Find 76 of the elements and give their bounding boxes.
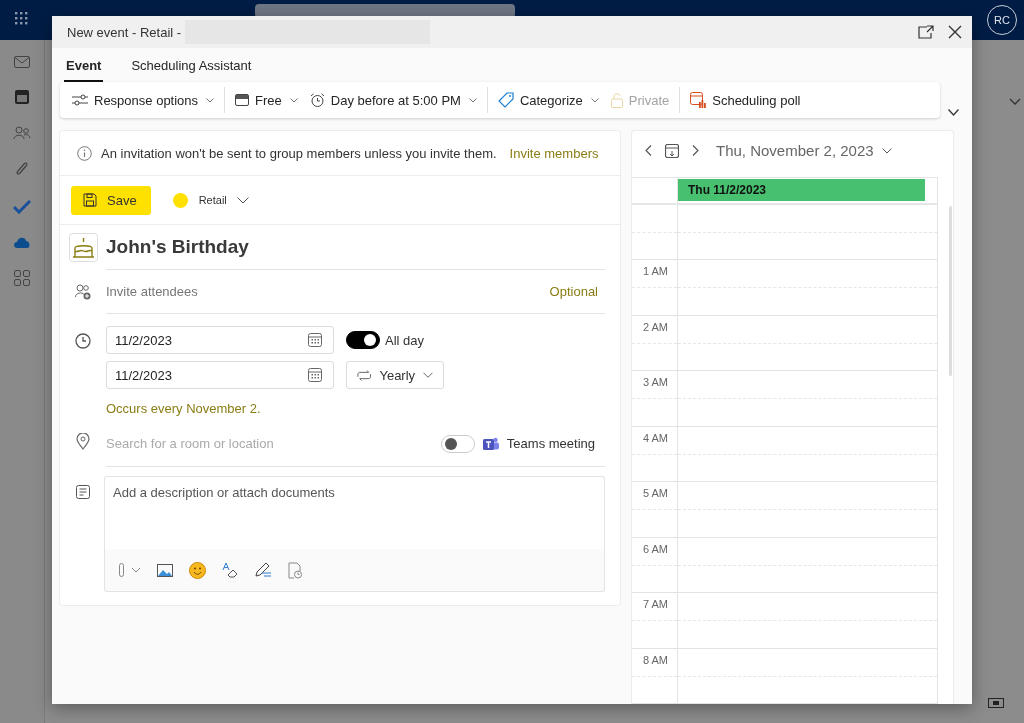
calendar-icon[interactable] xyxy=(308,368,322,382)
chevron-down-icon xyxy=(590,97,599,103)
checkmark-icon[interactable] xyxy=(13,200,31,214)
notice-text: An invitation won't be sent to group members unless you invite them. xyxy=(101,145,497,161)
calendar-icon[interactable] xyxy=(15,90,29,104)
toolbar-button[interactable]: Free xyxy=(229,88,304,112)
image-icon[interactable] xyxy=(157,563,173,577)
teams-meeting-label: Teams meeting xyxy=(506,436,595,451)
invite-members-link[interactable]: Invite members xyxy=(509,145,599,161)
hour-label: 4 AM xyxy=(642,431,668,444)
optional-attendees-link[interactable]: Optional xyxy=(549,284,598,299)
pen-signature-icon[interactable] xyxy=(254,562,272,578)
sliders-icon xyxy=(72,94,88,106)
calendar-icon[interactable] xyxy=(308,333,322,347)
panel-icon[interactable] xyxy=(988,698,1004,708)
hour-label: 2 AM xyxy=(642,320,668,333)
info-icon xyxy=(77,145,92,161)
chevron-down-icon xyxy=(206,97,215,103)
calendar-today-icon[interactable] xyxy=(665,143,679,158)
chevron-right-icon[interactable] xyxy=(692,145,699,157)
calendar-selector[interactable]: Retail xyxy=(172,192,249,208)
location-field[interactable]: Search for a room or location xyxy=(106,436,433,451)
app-launcher-icon[interactable] xyxy=(15,12,29,26)
tag-icon xyxy=(497,92,514,108)
chevron-down-icon xyxy=(468,97,477,103)
notes-icon xyxy=(76,485,90,499)
hour-label: 8 AM xyxy=(642,653,668,666)
toolbar-button[interactable]: Categorize xyxy=(491,88,605,112)
people-icon[interactable] xyxy=(13,126,31,140)
chevron-down-icon xyxy=(881,147,892,154)
hour-label: 6 AM xyxy=(642,542,668,555)
pop-out-icon[interactable] xyxy=(918,25,934,39)
clock-icon xyxy=(75,333,91,349)
document-clock-icon[interactable] xyxy=(288,561,302,579)
hour-label: 5 AM xyxy=(642,487,668,499)
repeat-icon xyxy=(357,368,372,382)
hour-label: 1 AM xyxy=(642,265,668,277)
alarm-clock-icon xyxy=(309,92,325,108)
save-button[interactable]: Save xyxy=(71,185,151,215)
date-picker-button[interactable]: Thu, November 2, 2023 xyxy=(712,142,892,160)
chevron-down-icon xyxy=(236,196,249,204)
description-field[interactable]: Add a description or attach documents xyxy=(104,476,605,549)
hour-label: 3 AM xyxy=(642,376,668,388)
toggle-switch[interactable] xyxy=(440,434,475,453)
toolbar-button[interactable]: Response options xyxy=(66,88,221,112)
location-pin-icon xyxy=(76,433,90,450)
add-people-icon xyxy=(74,284,92,300)
event-title-field[interactable]: John's Birthday xyxy=(106,225,605,269)
tab[interactable]: Scheduling Assistant xyxy=(129,58,254,82)
all-day-toggle[interactable]: All day xyxy=(346,331,425,349)
toolbar-button[interactable]: Scheduling poll xyxy=(684,88,807,112)
recurrence-summary: Occurs every November 2. xyxy=(106,401,262,416)
status-bar-icon xyxy=(235,94,250,106)
start-date-field[interactable]: 11/2/2023 xyxy=(106,326,334,354)
mail-icon[interactable] xyxy=(14,56,30,68)
end-date-field[interactable]: 11/2/2023 xyxy=(106,361,334,389)
apps-icon[interactable] xyxy=(14,270,30,286)
chevron-down-icon xyxy=(423,372,433,378)
birthday-cake-icon[interactable] xyxy=(68,233,98,262)
close-icon[interactable] xyxy=(948,25,962,39)
window-title: New event - Retail - xyxy=(67,24,182,40)
emoji-icon[interactable] xyxy=(189,561,206,579)
hour-label: 7 AM xyxy=(642,598,668,610)
format-eraser-icon[interactable] xyxy=(222,562,238,578)
unlocked-padlock-icon xyxy=(610,92,623,108)
all-day-event[interactable]: Thu 11/2/2023 xyxy=(678,178,925,201)
paperclip-icon[interactable] xyxy=(117,563,141,577)
chevron-left-icon[interactable] xyxy=(645,145,652,157)
calendar-chart-icon xyxy=(690,92,707,108)
recurrence-dropdown[interactable]: Yearly xyxy=(346,361,444,389)
teams-icon xyxy=(482,436,499,451)
chevron-down-icon xyxy=(289,97,298,103)
cloud-icon[interactable] xyxy=(13,236,31,248)
toolbar-button[interactable]: Day before at 5:00 PM xyxy=(303,88,483,112)
chevron-down-icon[interactable] xyxy=(948,109,959,116)
attendees-field[interactable]: Invite attendees xyxy=(106,284,546,299)
